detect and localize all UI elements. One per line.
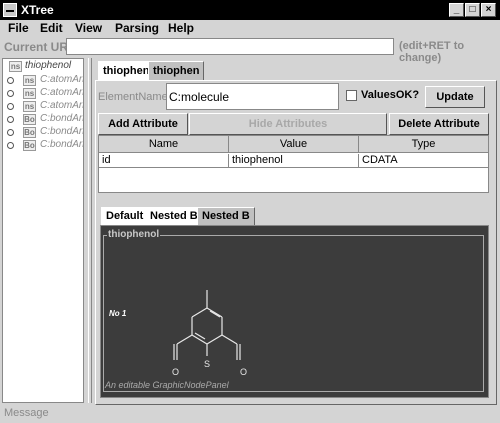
node-handle-icon[interactable] bbox=[7, 90, 14, 97]
tree-root-label: thiophenol bbox=[25, 60, 72, 71]
attribute-table[interactable]: Name Value Type id thiophenol CDATA bbox=[98, 135, 489, 193]
menu-parsing[interactable]: Parsing bbox=[115, 21, 159, 35]
url-input[interactable] bbox=[66, 38, 394, 55]
node-handle-icon[interactable] bbox=[7, 142, 14, 149]
element-name-input[interactable]: C:molecule bbox=[166, 83, 339, 110]
menu-edit[interactable]: Edit bbox=[40, 21, 63, 35]
split-divider[interactable] bbox=[88, 58, 92, 403]
menu-help[interactable]: Help bbox=[168, 21, 194, 35]
namespace-icon: ns bbox=[23, 75, 36, 86]
tree-item-label: C:atomArra bbox=[40, 87, 83, 98]
node-handle-icon[interactable] bbox=[7, 129, 14, 136]
tree-item[interactable]: Bo C:bondArra bbox=[3, 113, 83, 126]
table-cell-name[interactable]: id bbox=[99, 154, 229, 168]
column-header-type[interactable]: Type bbox=[359, 136, 488, 153]
tab-thiophen-2[interactable]: thiophen bbox=[148, 61, 205, 81]
column-header-name[interactable]: Name bbox=[99, 136, 229, 153]
app-icon[interactable] bbox=[3, 3, 17, 17]
graphic-caption: An editable GraphicNodePanel bbox=[105, 380, 229, 390]
molecule-structure[interactable]: O S O bbox=[160, 280, 270, 380]
tree-item-label: C:bondArra bbox=[40, 126, 83, 137]
minimize-button[interactable]: _ bbox=[449, 3, 464, 17]
menu-file[interactable]: File bbox=[8, 21, 29, 35]
table-cell-type[interactable]: CDATA bbox=[359, 154, 488, 168]
status-message: Message bbox=[4, 407, 49, 419]
tree-item-label: C:atomArra bbox=[40, 74, 83, 85]
atom-s: S bbox=[204, 359, 210, 369]
tab-thiophen-1[interactable]: thiophen bbox=[98, 61, 155, 81]
namespace-icon: ns bbox=[23, 101, 36, 112]
tree-item-label: C:atomArra bbox=[40, 100, 83, 111]
element-name-label: ElementName: bbox=[98, 91, 171, 103]
tree-item[interactable]: ns C:atomArra bbox=[3, 74, 83, 87]
tree-root[interactable]: ns thiophenol bbox=[3, 60, 83, 73]
tab-default[interactable]: Default bbox=[101, 207, 149, 226]
close-button[interactable]: × bbox=[481, 3, 496, 17]
menu-bar: File Edit View Parsing Help bbox=[0, 20, 500, 38]
hide-attributes-button[interactable]: Hide Attributes bbox=[189, 113, 387, 135]
add-attribute-button[interactable]: Add Attribute bbox=[98, 113, 188, 135]
graphic-title: thiophenol bbox=[107, 229, 161, 240]
title-bar: XTree _ □ × bbox=[0, 0, 500, 20]
delete-attribute-button[interactable]: Delete Attribute bbox=[389, 113, 489, 135]
tree-item[interactable]: Bo C:bondArra bbox=[3, 139, 83, 152]
tree-item[interactable]: ns C:atomArra bbox=[3, 87, 83, 100]
bond-icon: Bo bbox=[23, 140, 36, 151]
tree-panel[interactable]: ns thiophenol ns C:atomArra ns C:atomArr… bbox=[2, 58, 84, 403]
url-hint: (edit+RET to change) bbox=[399, 40, 465, 64]
tree-item[interactable]: ns C:atomArra bbox=[3, 100, 83, 113]
node-label: No 1 bbox=[109, 309, 127, 318]
values-ok-checkbox[interactable] bbox=[346, 90, 357, 101]
menu-view[interactable]: View bbox=[75, 21, 102, 35]
tab-nested-b-1[interactable]: Nested B bbox=[145, 207, 203, 226]
node-handle-icon[interactable] bbox=[7, 116, 14, 123]
namespace-icon: ns bbox=[9, 61, 22, 72]
bond-icon: Bo bbox=[23, 114, 36, 125]
atom-o-left: O bbox=[172, 367, 179, 377]
window-title: XTree bbox=[21, 3, 54, 17]
tree-item-label: C:bondArra bbox=[40, 113, 83, 124]
tree-item[interactable]: Bo C:bondArra bbox=[3, 126, 83, 139]
node-handle-icon[interactable] bbox=[7, 77, 14, 84]
values-ok-label: ValuesOK? bbox=[361, 89, 420, 101]
namespace-icon: ns bbox=[23, 88, 36, 99]
node-handle-icon[interactable] bbox=[7, 103, 14, 110]
atom-o-right: O bbox=[240, 367, 247, 377]
column-header-value[interactable]: Value bbox=[229, 136, 359, 153]
update-button[interactable]: Update bbox=[425, 86, 485, 108]
table-cell-value[interactable]: thiophenol bbox=[229, 154, 359, 168]
bond-icon: Bo bbox=[23, 127, 36, 138]
tree-item-label: C:bondArra bbox=[40, 139, 83, 150]
maximize-button[interactable]: □ bbox=[465, 3, 480, 17]
tab-nested-b-2[interactable]: Nested B bbox=[197, 207, 255, 226]
